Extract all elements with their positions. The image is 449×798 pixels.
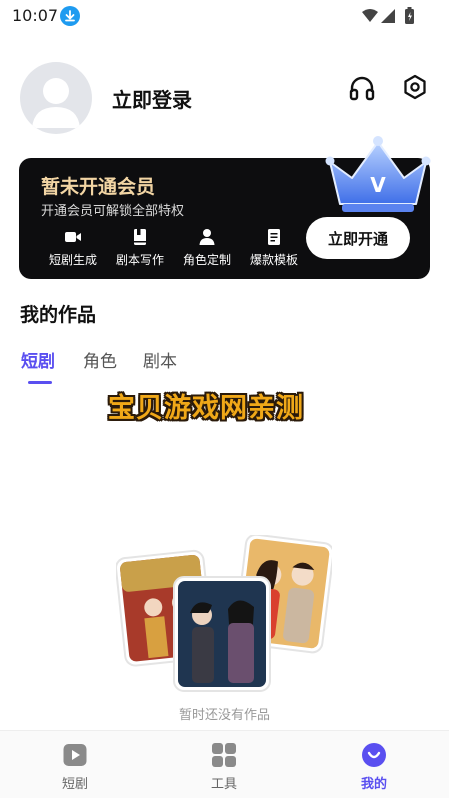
vip-title: 暂未开通会员 [41, 176, 156, 198]
status-icons [361, 7, 419, 29]
avatar[interactable] [20, 62, 92, 134]
tab-indicator [28, 381, 52, 384]
default-avatar-icon [32, 78, 80, 128]
perk-character-custom[interactable]: 角色定制 [175, 228, 239, 268]
vip-crown-icon: V [325, 136, 431, 212]
document-icon [268, 229, 280, 245]
nav-item-tools[interactable]: 工具 [194, 742, 254, 792]
empty-works-illustration [116, 535, 332, 692]
crown-letter: V [370, 173, 386, 197]
nav-label: 工具 [210, 777, 237, 792]
perk-script-writing[interactable]: 剧本写作 [108, 228, 172, 268]
status-time: 10:07 [12, 6, 59, 25]
wifi-icon [362, 9, 378, 22]
perk-label: 剧本写作 [115, 253, 164, 267]
perk-label: 短剧生成 [48, 253, 97, 267]
battery-icon [405, 7, 414, 24]
smile-icon [362, 743, 386, 767]
book-icon [134, 229, 146, 245]
grid-icon [212, 743, 236, 767]
watermark-text: 宝贝游戏网亲测 [108, 393, 304, 424]
bottom-nav: 短剧 工具 我的 [0, 730, 449, 798]
empty-state-text: 暂时还没有作品 [178, 708, 270, 723]
perk-hot-templates[interactable]: 爆款模板 [242, 228, 306, 268]
nav-label: 我的 [360, 777, 387, 792]
settings-icon[interactable] [401, 73, 429, 101]
tab-short-drama[interactable]: 短剧 [21, 347, 55, 372]
tab-script[interactable]: 剧本 [143, 347, 177, 372]
video-camera-icon [65, 232, 81, 242]
login-link[interactable]: 立即登录 [112, 84, 192, 113]
tab-character[interactable]: 角色 [83, 347, 117, 372]
play-icon [63, 744, 87, 766]
perk-label: 爆款模板 [249, 253, 298, 267]
works-title: 我的作品 [20, 304, 97, 326]
nav-item-short-drama[interactable]: 短剧 [45, 742, 105, 792]
signal-icon [381, 9, 395, 23]
status-bar: 10:07 [0, 0, 449, 32]
perk-short-drama[interactable]: 短剧生成 [41, 228, 105, 268]
perk-label: 角色定制 [182, 253, 231, 267]
headphones-icon[interactable] [348, 74, 376, 102]
vip-subtitle: 开通会员可解锁全部特权 [41, 204, 185, 219]
nav-item-mine[interactable]: 我的 [344, 742, 404, 792]
person-icon [199, 229, 215, 245]
download-icon [60, 6, 80, 26]
open-vip-button[interactable]: 立即开通 [306, 217, 410, 259]
nav-label: 短剧 [61, 777, 88, 792]
